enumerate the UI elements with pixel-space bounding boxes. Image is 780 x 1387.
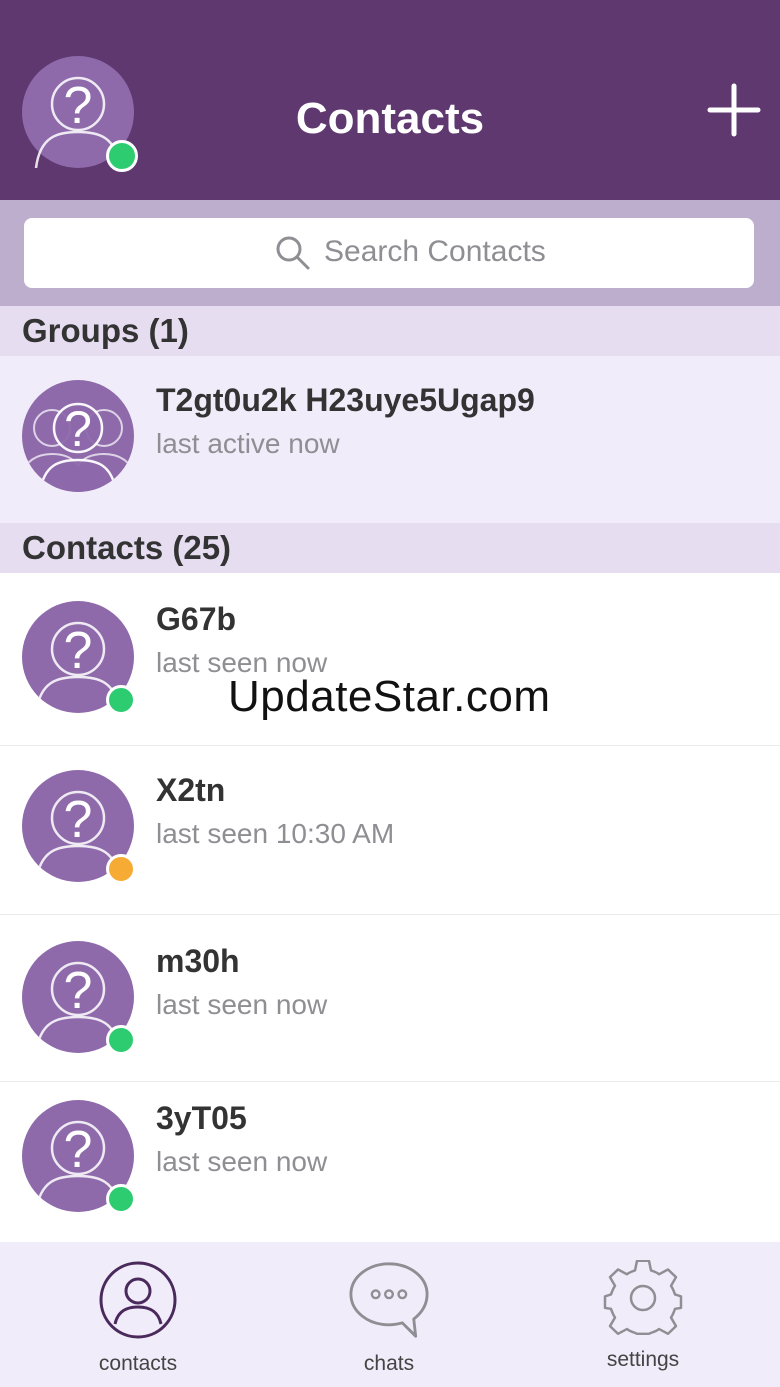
contacts-section-header: Contacts (25) (0, 523, 780, 573)
groups-header-label: Groups (1) (22, 312, 189, 349)
person-icon (99, 1261, 177, 1339)
contact-row[interactable]: ? 3yT05 last seen now (0, 1082, 780, 1242)
contact-name: 3yT05 (156, 1100, 247, 1136)
away-status-dot (106, 854, 136, 884)
contact-name: G67b (156, 601, 237, 637)
tab-contacts[interactable]: contacts (38, 1242, 238, 1387)
search-icon (276, 236, 310, 270)
search-placeholder: Search Contacts (324, 235, 546, 268)
contact-row[interactable]: ? X2tn last seen 10:30 AM (0, 746, 780, 915)
group-icon: ? (22, 401, 134, 492)
page-title: Contacts (295, 94, 485, 143)
tab-settings-label: settings (606, 1348, 680, 1371)
gear-icon (603, 1260, 683, 1336)
online-status-dot (106, 1184, 136, 1214)
group-status-text: last active now (156, 428, 340, 459)
groups-section-header: Groups (1) (0, 306, 780, 356)
app-header: ? Contacts (0, 0, 780, 200)
svg-text:?: ? (64, 622, 93, 680)
contact-name: X2tn (156, 772, 226, 808)
group-avatar: ? (22, 380, 134, 492)
online-status-dot (106, 685, 136, 715)
add-contact-button[interactable] (700, 76, 768, 144)
contact-status-text: last seen now (156, 989, 328, 1020)
group-name: T2gt0u2k H23uye5Ugap9 (156, 382, 535, 418)
bottom-tab-bar: contacts chats settings (0, 1242, 780, 1387)
group-row[interactable]: ? T2gt0u2k H23uye5Ugap9 last active now (0, 356, 780, 524)
contact-row[interactable]: ? m30h last seen now (0, 915, 780, 1082)
svg-text:?: ? (64, 401, 92, 457)
contact-status-text: last seen now (156, 1146, 328, 1177)
search-bar-container: Search Contacts (0, 200, 780, 306)
plus-icon (707, 83, 761, 137)
contact-name: m30h (156, 943, 240, 979)
svg-text:?: ? (64, 962, 93, 1020)
chat-bubble-icon (349, 1262, 429, 1338)
watermark-text: UpdateStar.com (228, 672, 551, 721)
search-input[interactable]: Search Contacts (24, 218, 754, 288)
tab-settings[interactable]: settings (543, 1242, 743, 1387)
svg-text:?: ? (64, 791, 93, 849)
tab-chats[interactable]: chats (289, 1242, 489, 1387)
online-status-dot (106, 1025, 136, 1055)
contact-status-text: last seen 10:30 AM (156, 818, 395, 849)
tab-chats-label: chats (363, 1352, 415, 1375)
tab-contacts-label: contacts (98, 1352, 178, 1375)
svg-text:?: ? (64, 1121, 93, 1179)
contacts-header-label: Contacts (25) (22, 529, 232, 566)
my-online-status (106, 140, 138, 172)
